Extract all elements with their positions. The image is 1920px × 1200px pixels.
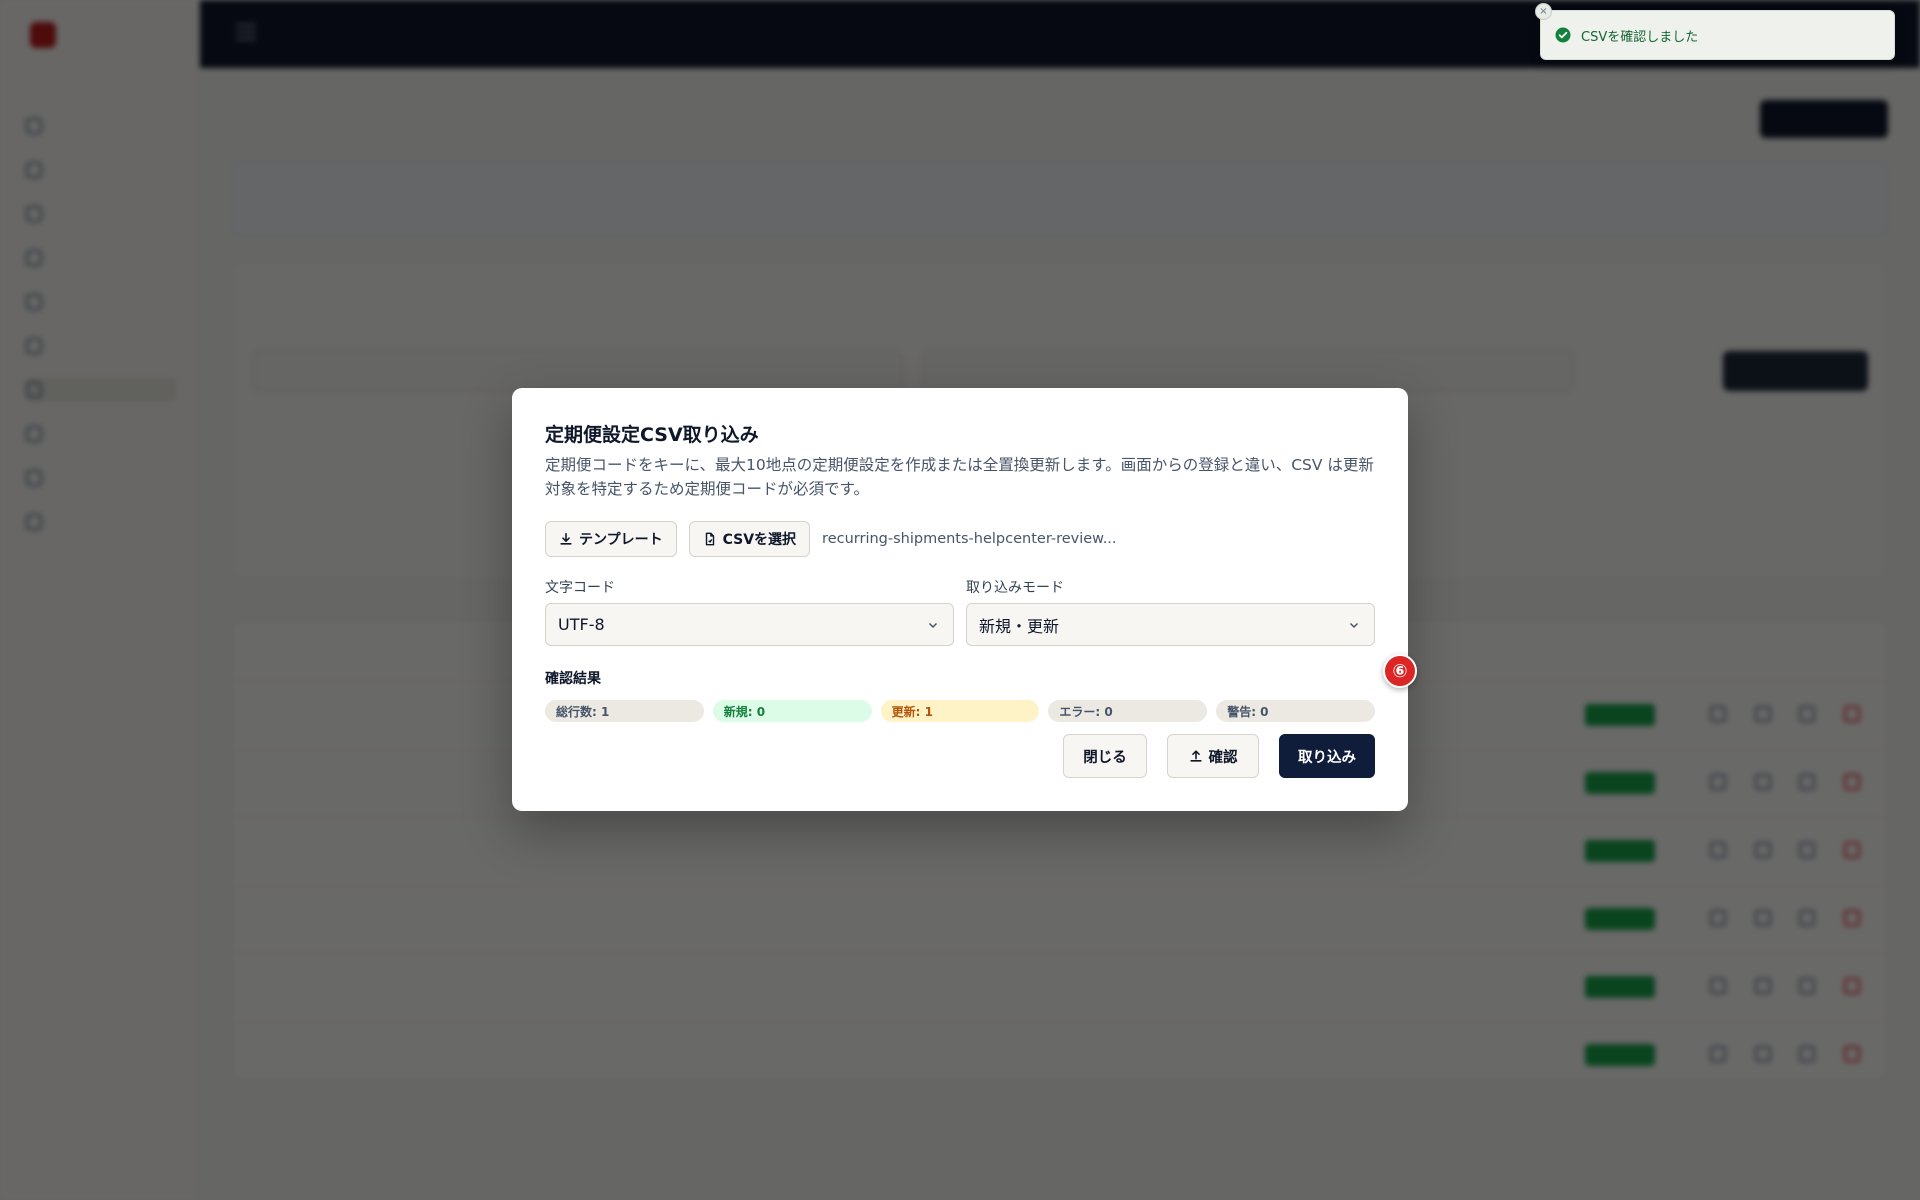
toast-close-icon[interactable]: ×: [1535, 3, 1552, 20]
download-icon: [560, 532, 572, 545]
step-marker: ⑥: [1383, 654, 1417, 688]
encoding-label: 文字コード: [545, 580, 615, 596]
mode-label: 取り込みモード: [966, 580, 1064, 596]
chevron-down-icon: [1349, 622, 1359, 628]
check-circle-icon: [1555, 27, 1571, 43]
select-csv-button[interactable]: CSVを選択: [688, 521, 811, 557]
file-row: テンプレート CSVを選択 recurring-shipments-helpce…: [545, 521, 1375, 557]
close-button-label: 閉じる: [1083, 749, 1127, 766]
mode-select[interactable]: 新規・更新: [966, 603, 1375, 646]
error-count-chip: エラー: 0: [1048, 700, 1208, 722]
confirm-button-label: 確認: [1208, 749, 1238, 766]
new-count-chip: 新規: 0: [712, 700, 872, 722]
download-template-button[interactable]: テンプレート: [545, 521, 677, 557]
result-chips: 総行数: 1 新規: 0 更新: 1 エラー: 0 警告: 0: [545, 700, 1375, 722]
template-button-label: テンプレート: [579, 532, 663, 548]
warning-count-chip: 警告: 0: [1216, 700, 1375, 722]
csv-import-dialog: 定期便設定CSV取り込み 定期便コードをキーに、最大10地点の定期便設定を作成ま…: [512, 388, 1408, 811]
confirm-button[interactable]: 確認: [1167, 734, 1259, 778]
dialog-description: 定期便コードをキーに、最大10地点の定期便設定を作成または全置換更新します。画面…: [545, 456, 1374, 498]
selected-file-name: recurring-shipments-helpcenter-review...: [822, 531, 1117, 547]
toast-message: CSVを確認しました: [1581, 29, 1699, 45]
encoding-select[interactable]: UTF-8: [545, 603, 954, 646]
dialog-actions: 閉じる 確認 取り込み: [1063, 734, 1375, 778]
success-toast: × CSVを確認しました: [1535, 3, 1895, 60]
encoding-value: UTF-8: [558, 615, 605, 634]
close-button[interactable]: 閉じる: [1063, 734, 1147, 778]
file-icon: [705, 532, 714, 546]
result-title: 確認結果: [545, 671, 601, 687]
mode-field: 取り込みモード 新規・更新: [966, 577, 1375, 646]
select-csv-label: CSVを選択: [722, 532, 797, 548]
import-button[interactable]: 取り込み: [1279, 734, 1375, 778]
total-rows-chip: 総行数: 1: [545, 700, 704, 722]
options-row: 文字コード UTF-8 取り込みモード 新規・更新: [545, 577, 1375, 646]
mode-value: 新規・更新: [979, 616, 1060, 636]
import-button-label: 取り込み: [1298, 749, 1356, 766]
dialog-title: 定期便設定CSV取り込み: [545, 424, 759, 446]
update-count-chip: 更新: 1: [880, 700, 1040, 722]
chevron-down-icon: [928, 622, 938, 628]
upload-icon: [1189, 750, 1202, 762]
encoding-field: 文字コード UTF-8: [545, 577, 954, 646]
